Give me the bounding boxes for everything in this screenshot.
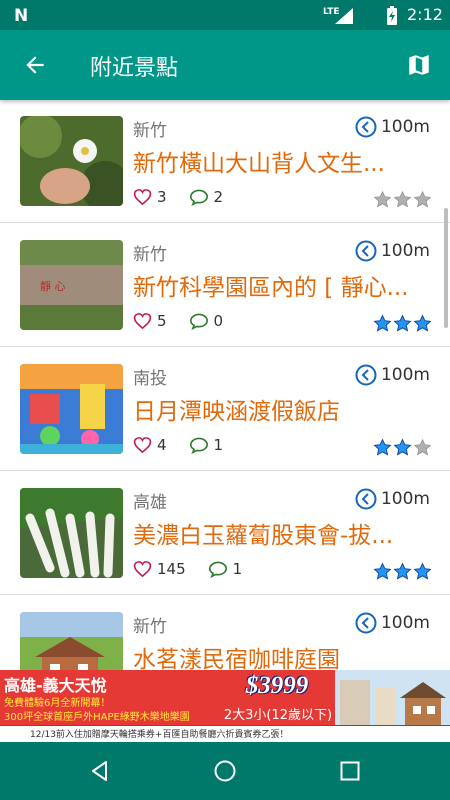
nav-back-icon[interactable] [88,759,112,783]
distance-arrow-icon [355,612,377,634]
system-nav-bar [0,742,450,800]
ad-image [335,670,450,726]
place-thumbnail [20,116,123,206]
battery-charging-icon [387,6,397,25]
rating-stars [372,562,432,581]
heart-icon[interactable] [133,312,152,330]
place-region: 新竹 [133,245,167,265]
comment-icon[interactable] [189,312,209,330]
clock: 2:12 [407,5,443,24]
comments-count: 2 [213,188,224,206]
comment-icon[interactable] [189,188,209,206]
likes-count: 3 [157,188,167,206]
comment-icon[interactable] [189,436,209,454]
star-icon [393,314,412,332]
place-region: 南投 [133,369,167,389]
distance-badge: 100m [355,362,430,388]
map-icon[interactable] [406,52,432,78]
place-stats: 3 2 [133,188,223,206]
rating-stars [372,190,432,209]
place-thumbnail: 靜 心 [20,240,123,330]
distance-badge: 100m [355,486,430,512]
ad-price-sub: 2大3小(12歲以下) [223,708,333,723]
place-stats: 4 1 [133,436,223,454]
place-name: 新竹科學園區內的 [ 靜心... [133,275,409,301]
nav-home-icon[interactable] [213,759,237,783]
star-icon [373,562,392,580]
star-icon [393,190,412,208]
place-thumbnail [20,612,123,670]
comment-icon[interactable] [208,560,228,578]
heart-icon[interactable] [133,436,152,454]
star-icon [413,438,432,456]
place-card[interactable]: 高雄 100m 美濃白玉蘿蔔股東會-拔... 145 1 [0,472,450,595]
comments-count: 1 [213,436,224,454]
rating-stars [372,438,432,457]
ad-line-2: 300坪全球首座戶外HAPE綠野木樂地樂園 [4,712,190,723]
star-icon [393,562,412,580]
comments-count: 0 [213,312,224,330]
distance-badge: 100m [355,238,430,264]
place-region: 新竹 [133,121,167,141]
star-icon [373,438,392,456]
ad-footer-text: 12/13前入住加贈摩天輪搭乘券+百匯自助餐廳六折貴賓券乙張！ [30,730,289,740]
place-name: 水茗漾民宿咖啡庭園 [133,647,340,670]
place-stats: 5 0 [133,312,223,330]
distance-badge: 100m [355,610,430,636]
svg-text:靜 心: 靜 心 [40,279,66,293]
star-icon [413,562,432,580]
place-card[interactable]: 靜 心 新竹 100m 新竹科學園區內的 [ 靜心... 5 0 [0,224,450,347]
distance-badge: 100m [355,114,430,140]
place-region: 新竹 [133,617,167,637]
signal-icon [335,8,353,24]
distance-arrow-icon [355,488,377,510]
page-title: 附近景點 [90,56,179,81]
likes-count: 4 [157,436,167,454]
place-thumbnail [20,364,123,454]
star-icon [393,438,412,456]
notification-n-icon: N [14,6,29,26]
place-thumbnail [20,488,123,578]
ad-price: $3999 [245,672,309,699]
place-region: 高雄 [133,493,167,513]
likes-count: 145 [157,560,186,578]
place-name: 美濃白玉蘿蔔股東會-拔... [133,523,394,549]
ad-banner[interactable]: 高雄-義大天悅 免費體驗6月全新開幕！ 300坪全球首座戶外HAPE綠野木樂地樂… [0,670,450,742]
place-name: 新竹橫山大山背人文生... [133,151,385,177]
distance-arrow-icon [355,116,377,138]
distance-value: 100m [380,613,430,633]
star-icon [413,190,432,208]
distance-value: 100m [380,241,430,261]
heart-icon[interactable] [133,188,152,206]
status-bar: N LTE 2:12 [0,0,450,30]
distance-arrow-icon [355,240,377,262]
star-icon [413,314,432,332]
place-name: 日月潭映涵渡假飯店 [133,399,340,425]
nav-recents-icon[interactable] [338,759,362,783]
distance-value: 100m [380,365,430,385]
distance-arrow-icon [355,364,377,386]
scroll-indicator[interactable] [444,208,448,328]
place-card[interactable]: 新竹 100m 水茗漾民宿咖啡庭園 [0,596,450,670]
app-bar: 附近景點 [0,30,450,100]
distance-value: 100m [380,489,430,509]
comments-count: 1 [232,560,243,578]
heart-icon[interactable] [133,560,152,578]
ad-headline: 高雄-義大天悅 [4,676,107,695]
rating-stars [372,314,432,333]
star-icon [373,314,392,332]
place-card[interactable]: 南投 100m 日月潭映涵渡假飯店 4 1 [0,348,450,471]
star-icon [373,190,392,208]
ad-line-1: 免費體驗6月全新開幕！ [4,698,111,709]
arrow-back-icon[interactable] [22,52,48,78]
likes-count: 5 [157,312,167,330]
place-stats: 145 1 [133,560,242,578]
distance-value: 100m [380,117,430,137]
place-card[interactable]: 新竹 100m 新竹橫山大山背人文生... 3 2 [0,100,450,223]
places-list[interactable]: 新竹 100m 新竹橫山大山背人文生... 3 2 靜 心 新竹 100m 新竹… [0,100,450,670]
